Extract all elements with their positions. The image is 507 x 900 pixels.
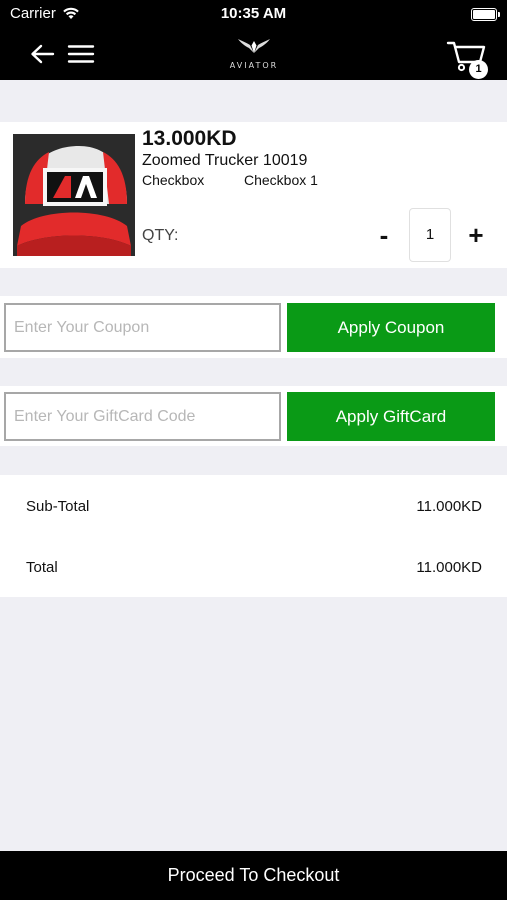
total-label: Total [26,559,58,576]
quantity-field[interactable]: 1 [409,208,451,262]
apply-coupon-button[interactable]: Apply Coupon [287,303,495,352]
coupon-input[interactable] [4,303,281,352]
back-button[interactable] [28,41,56,67]
wings-logo-icon [238,39,270,53]
battery-icon [471,8,500,21]
status-time: 10:35 AM [220,5,287,22]
cart-count-badge: 1 [469,60,488,79]
proceed-to-checkout-button[interactable]: Proceed To Checkout [0,851,507,900]
quantity-decrease-button[interactable]: - [372,221,396,251]
total-row: Total 11.000KD [0,553,507,583]
battery-level-fill [473,10,495,19]
coupon-section: Apply Coupon [0,296,507,358]
cart-item: 13.000KD Zoomed Trucker 10019 Checkbox C… [0,122,507,268]
subtotal-value: 11.000KD [416,498,482,515]
navigation-bar: AVIATOR 1 [0,30,507,80]
quantity-increase-button[interactable]: + [464,221,488,251]
trucker-cap-image [13,134,135,256]
total-value: 11.000KD [416,559,482,576]
subtotal-row: Sub-Total 11.000KD [0,492,507,522]
order-totals: Sub-Total 11.000KD Total 11.000KD [0,475,507,597]
hamburger-menu-icon [67,45,95,63]
product-name[interactable]: Zoomed Trucker 10019 [142,152,307,170]
logo-text: AVIATOR [229,61,279,70]
aviator-logo: AVIATOR [224,37,284,73]
giftcard-input[interactable] [4,392,281,441]
option-label: Checkbox [142,172,205,188]
product-price: 13.000KD [142,127,237,150]
giftcard-section: Apply GiftCard [0,386,507,446]
apply-giftcard-button[interactable]: Apply GiftCard [287,392,495,441]
status-bar: Carrier 10:35 AM [0,0,507,30]
product-image[interactable] [13,134,135,256]
arrow-left-icon [31,44,55,64]
menu-button[interactable] [67,41,95,67]
option-value: Checkbox 1 [244,172,318,188]
quantity-label: QTY: [142,227,179,244]
subtotal-label: Sub-Total [26,498,90,515]
